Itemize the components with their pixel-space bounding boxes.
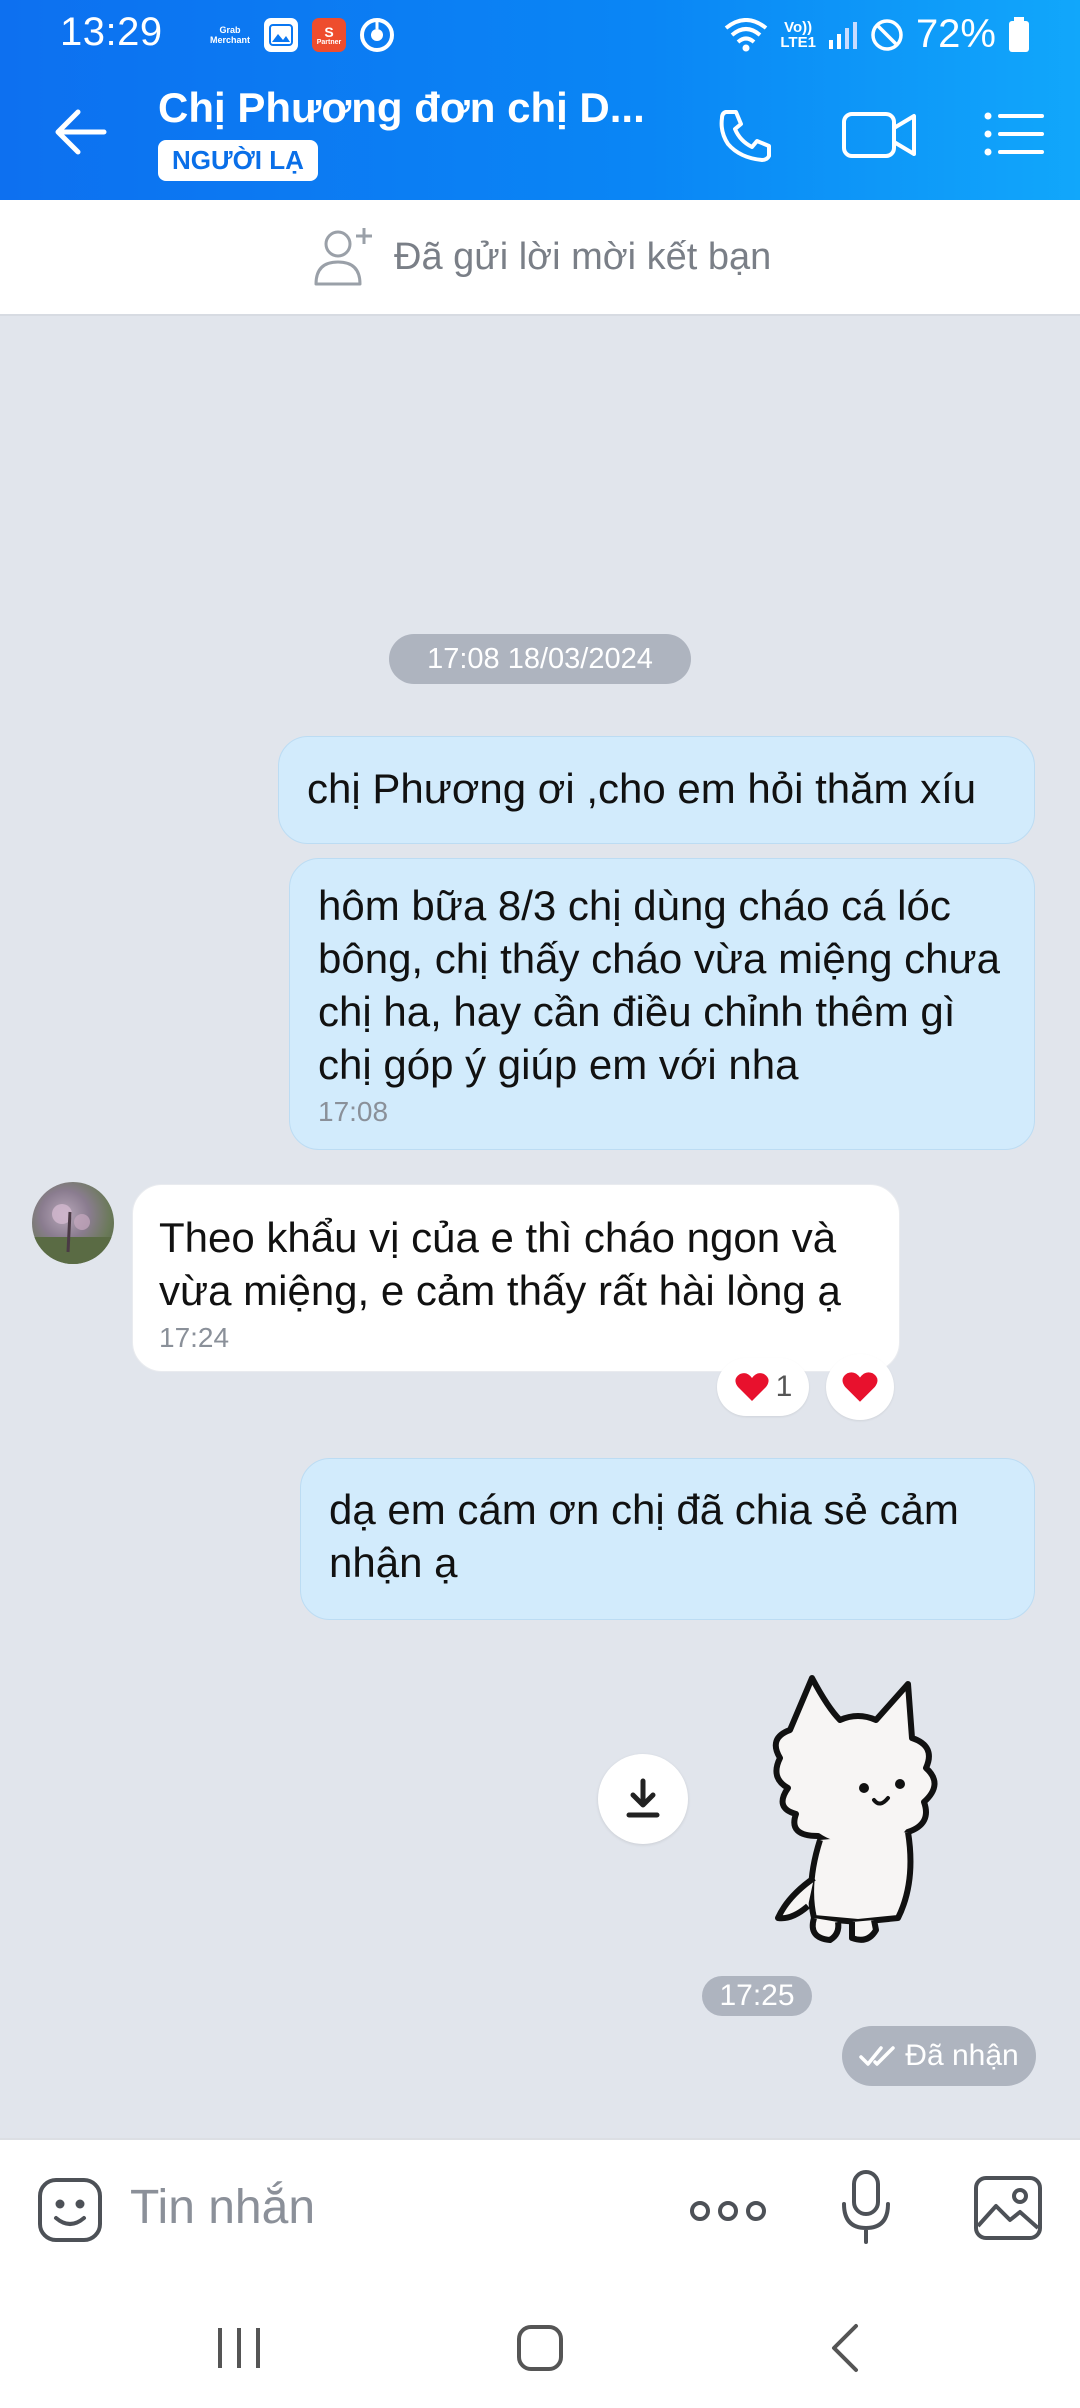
message-bubble-outgoing[interactable]: chị Phương ơi ,cho em hỏi thăm xíu xyxy=(278,736,1035,844)
double-check-icon xyxy=(859,2046,896,2066)
heart-icon xyxy=(735,1373,769,1401)
message-bubble-outgoing[interactable]: dạ em cám ơn chị đã chia sẻ cảm nhận ạ xyxy=(300,1458,1035,1620)
reaction-summary[interactable]: 1 xyxy=(717,1358,809,1416)
lte-label: LTE1 xyxy=(780,33,816,51)
contact-name[interactable]: Chị Phương đơn chị D... xyxy=(158,84,645,132)
microphone-icon[interactable] xyxy=(840,2168,892,2248)
download-button[interactable] xyxy=(598,1754,688,1844)
grab-merchant-icon: Grab Merchant xyxy=(210,18,250,52)
react-button[interactable] xyxy=(826,1354,894,1420)
message-text: hôm bữa 8/3 chị dùng cháo cá lóc bông, c… xyxy=(318,882,1000,1088)
message-time: 17:08 xyxy=(318,1096,389,1127)
image-gallery-icon[interactable] xyxy=(972,2174,1044,2242)
message-text: dạ em cám ơn chị đã chia sẻ cảm nhận ạ xyxy=(329,1486,959,1586)
phone-call-icon[interactable] xyxy=(712,104,782,164)
volte-label: Vo)) xyxy=(784,18,813,36)
status-time: 13:29 xyxy=(60,10,163,54)
message-input[interactable]: Tin nhắn xyxy=(130,2180,315,2235)
reaction-count: 1 xyxy=(775,1370,793,1403)
shopee-partner-label: Partner xyxy=(316,38,342,46)
sticker-time: 17:25 xyxy=(702,1976,812,2016)
friend-request-sent-text: Đã gửi lời mời kết bạn xyxy=(394,236,772,278)
friend-request-bar: Đã gửi lời mời kết bạn xyxy=(0,200,1080,316)
gallery-icon xyxy=(264,18,298,52)
back-arrow-icon[interactable] xyxy=(48,100,112,164)
notification-icons: Grab Merchant S Partner xyxy=(210,18,394,52)
sticker-emoji-icon[interactable] xyxy=(36,2176,104,2244)
top-bar: 13:29 Grab Merchant S Partner Vo)) LTE1 xyxy=(0,0,1080,200)
network-type: Vo)) LTE1 xyxy=(780,20,816,50)
back-nav-icon[interactable] xyxy=(828,2322,860,2374)
home-icon[interactable] xyxy=(516,2324,564,2372)
avatar[interactable] xyxy=(32,1182,114,1264)
video-call-icon[interactable] xyxy=(840,104,920,164)
do-not-disturb-icon xyxy=(871,18,903,51)
delivery-status: Đã nhận xyxy=(842,2026,1036,2086)
battery-icon xyxy=(1009,16,1029,52)
wifi-icon xyxy=(725,17,768,51)
status-right: Vo)) LTE1 72% xyxy=(724,12,1030,57)
stranger-badge: NGƯỜI LẠ xyxy=(158,140,318,181)
menu-list-icon[interactable] xyxy=(980,104,1050,164)
status-bar: 13:29 Grab Merchant S Partner Vo)) LTE1 xyxy=(0,0,1080,66)
signal-icon xyxy=(828,21,857,49)
recent-apps-icon[interactable] xyxy=(214,2326,264,2370)
message-text: Theo khẩu vị của e thì cháo ngon và vừa … xyxy=(159,1214,841,1314)
grab-merchant-label: Grab Merchant xyxy=(210,25,251,45)
message-bubble-outgoing[interactable]: hôm bữa 8/3 chị dùng cháo cá lóc bông, c… xyxy=(289,858,1035,1150)
shopee-partner-icon: S Partner xyxy=(312,18,346,52)
battery-percent: 72% xyxy=(915,12,996,56)
message-bubble-incoming[interactable]: Theo khẩu vị của e thì cháo ngon và vừa … xyxy=(132,1184,900,1372)
chat-header: Chị Phương đơn chị D... NGƯỜI LẠ xyxy=(0,66,1080,200)
chrome-icon xyxy=(360,18,394,52)
add-friend-icon xyxy=(314,228,372,286)
delivery-status-text: Đã nhận xyxy=(905,2039,1019,2072)
download-icon xyxy=(626,1778,660,1818)
message-text: chị Phương ơi ,cho em hỏi thăm xíu xyxy=(307,765,977,812)
heart-icon xyxy=(842,1372,878,1402)
system-nav-bar xyxy=(0,2278,1080,2408)
message-composer: Tin nhắn xyxy=(0,2138,1080,2280)
more-options-icon[interactable] xyxy=(688,2196,768,2226)
message-time: 17:24 xyxy=(159,1322,230,1353)
avatar-image xyxy=(32,1204,114,1264)
date-stamp: 17:08 18/03/2024 xyxy=(389,634,691,684)
cat-sticker[interactable] xyxy=(748,1668,974,1952)
